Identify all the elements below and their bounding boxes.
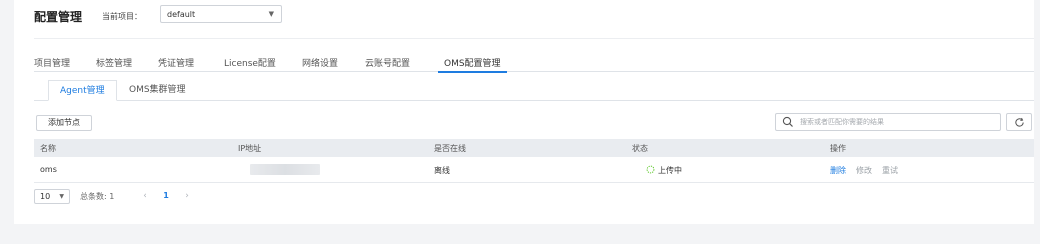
tab-project-management[interactable]: 项目管理 (34, 56, 70, 69)
table-header: 名称 IP地址 是否在线 状态 操作 (34, 139, 1034, 157)
subtab-oms-cluster-management[interactable]: OMS集群管理 (118, 80, 197, 100)
main-tabs: 项目管理 标签管理 凭证管理 License配置 网络设置 云账号配置 OMS配… (34, 50, 1034, 73)
tab-network-settings[interactable]: 网络设置 (302, 56, 338, 69)
search-box (775, 113, 1001, 131)
cell-ip-redacted (250, 164, 320, 175)
main-panel: 配置管理 当前项目： default ▼ 项目管理 标签管理 凭证管理 Lice… (14, 0, 1034, 224)
cell-name: oms (40, 165, 57, 174)
retry-link[interactable]: 重试 (882, 165, 898, 176)
sub-tabs-baseline (34, 100, 1034, 101)
tab-oms-config-label: OMS配置管理 (444, 59, 501, 69)
project-select-value: default (167, 10, 196, 19)
prev-page-button[interactable]: ‹ (138, 189, 152, 203)
page-header: 配置管理 当前项目： default ▼ (14, 0, 1034, 34)
chevron-down-icon: ▼ (268, 10, 274, 18)
refresh-icon (1015, 117, 1024, 127)
table-row: oms 离线 上传中 删除 修改 重试 (34, 157, 1034, 183)
column-header-online: 是否在线 (434, 144, 466, 153)
page-size-select[interactable]: 10 ▼ (34, 189, 70, 204)
chevron-down-icon: ▼ (59, 193, 64, 200)
active-tab-indicator (438, 71, 507, 73)
tab-credential-management[interactable]: 凭证管理 (158, 56, 194, 69)
window-edge (1034, 0, 1040, 244)
page-size-value: 10 (40, 192, 51, 201)
project-label: 当前项目： (102, 12, 142, 21)
add-node-button[interactable]: 添加节点 (36, 115, 92, 131)
page-title: 配置管理 (34, 10, 83, 24)
tabs-baseline (34, 71, 1034, 72)
tab-license-config[interactable]: License配置 (224, 56, 276, 69)
tab-cloud-account-config[interactable]: 云账号配置 (365, 56, 410, 69)
subtab-agent-management[interactable]: Agent管理 (48, 80, 117, 101)
column-header-ip: IP地址 (238, 144, 262, 153)
edit-link[interactable]: 修改 (856, 165, 872, 176)
divider (34, 38, 1034, 39)
search-input[interactable] (800, 116, 990, 128)
next-page-button[interactable]: › (180, 189, 194, 203)
current-page-number[interactable]: 1 (158, 189, 174, 203)
refresh-button[interactable] (1006, 113, 1032, 131)
column-header-status: 状态 (632, 144, 648, 153)
column-header-name: 名称 (40, 144, 56, 153)
status-text: 上传中 (658, 166, 682, 175)
project-select[interactable]: default ▼ (160, 5, 282, 23)
sub-tabs: Agent管理 OMS集群管理 (34, 80, 1034, 101)
search-icon (782, 116, 793, 127)
tab-oms-config[interactable]: OMS配置管理 (438, 56, 507, 73)
delete-link[interactable]: 删除 (830, 165, 846, 176)
cell-online: 离线 (434, 166, 450, 175)
total-count: 总条数: 1 (80, 192, 115, 201)
column-header-actions: 操作 (830, 144, 846, 153)
loading-spinner-icon (646, 165, 655, 174)
tab-tag-management[interactable]: 标签管理 (96, 56, 132, 69)
